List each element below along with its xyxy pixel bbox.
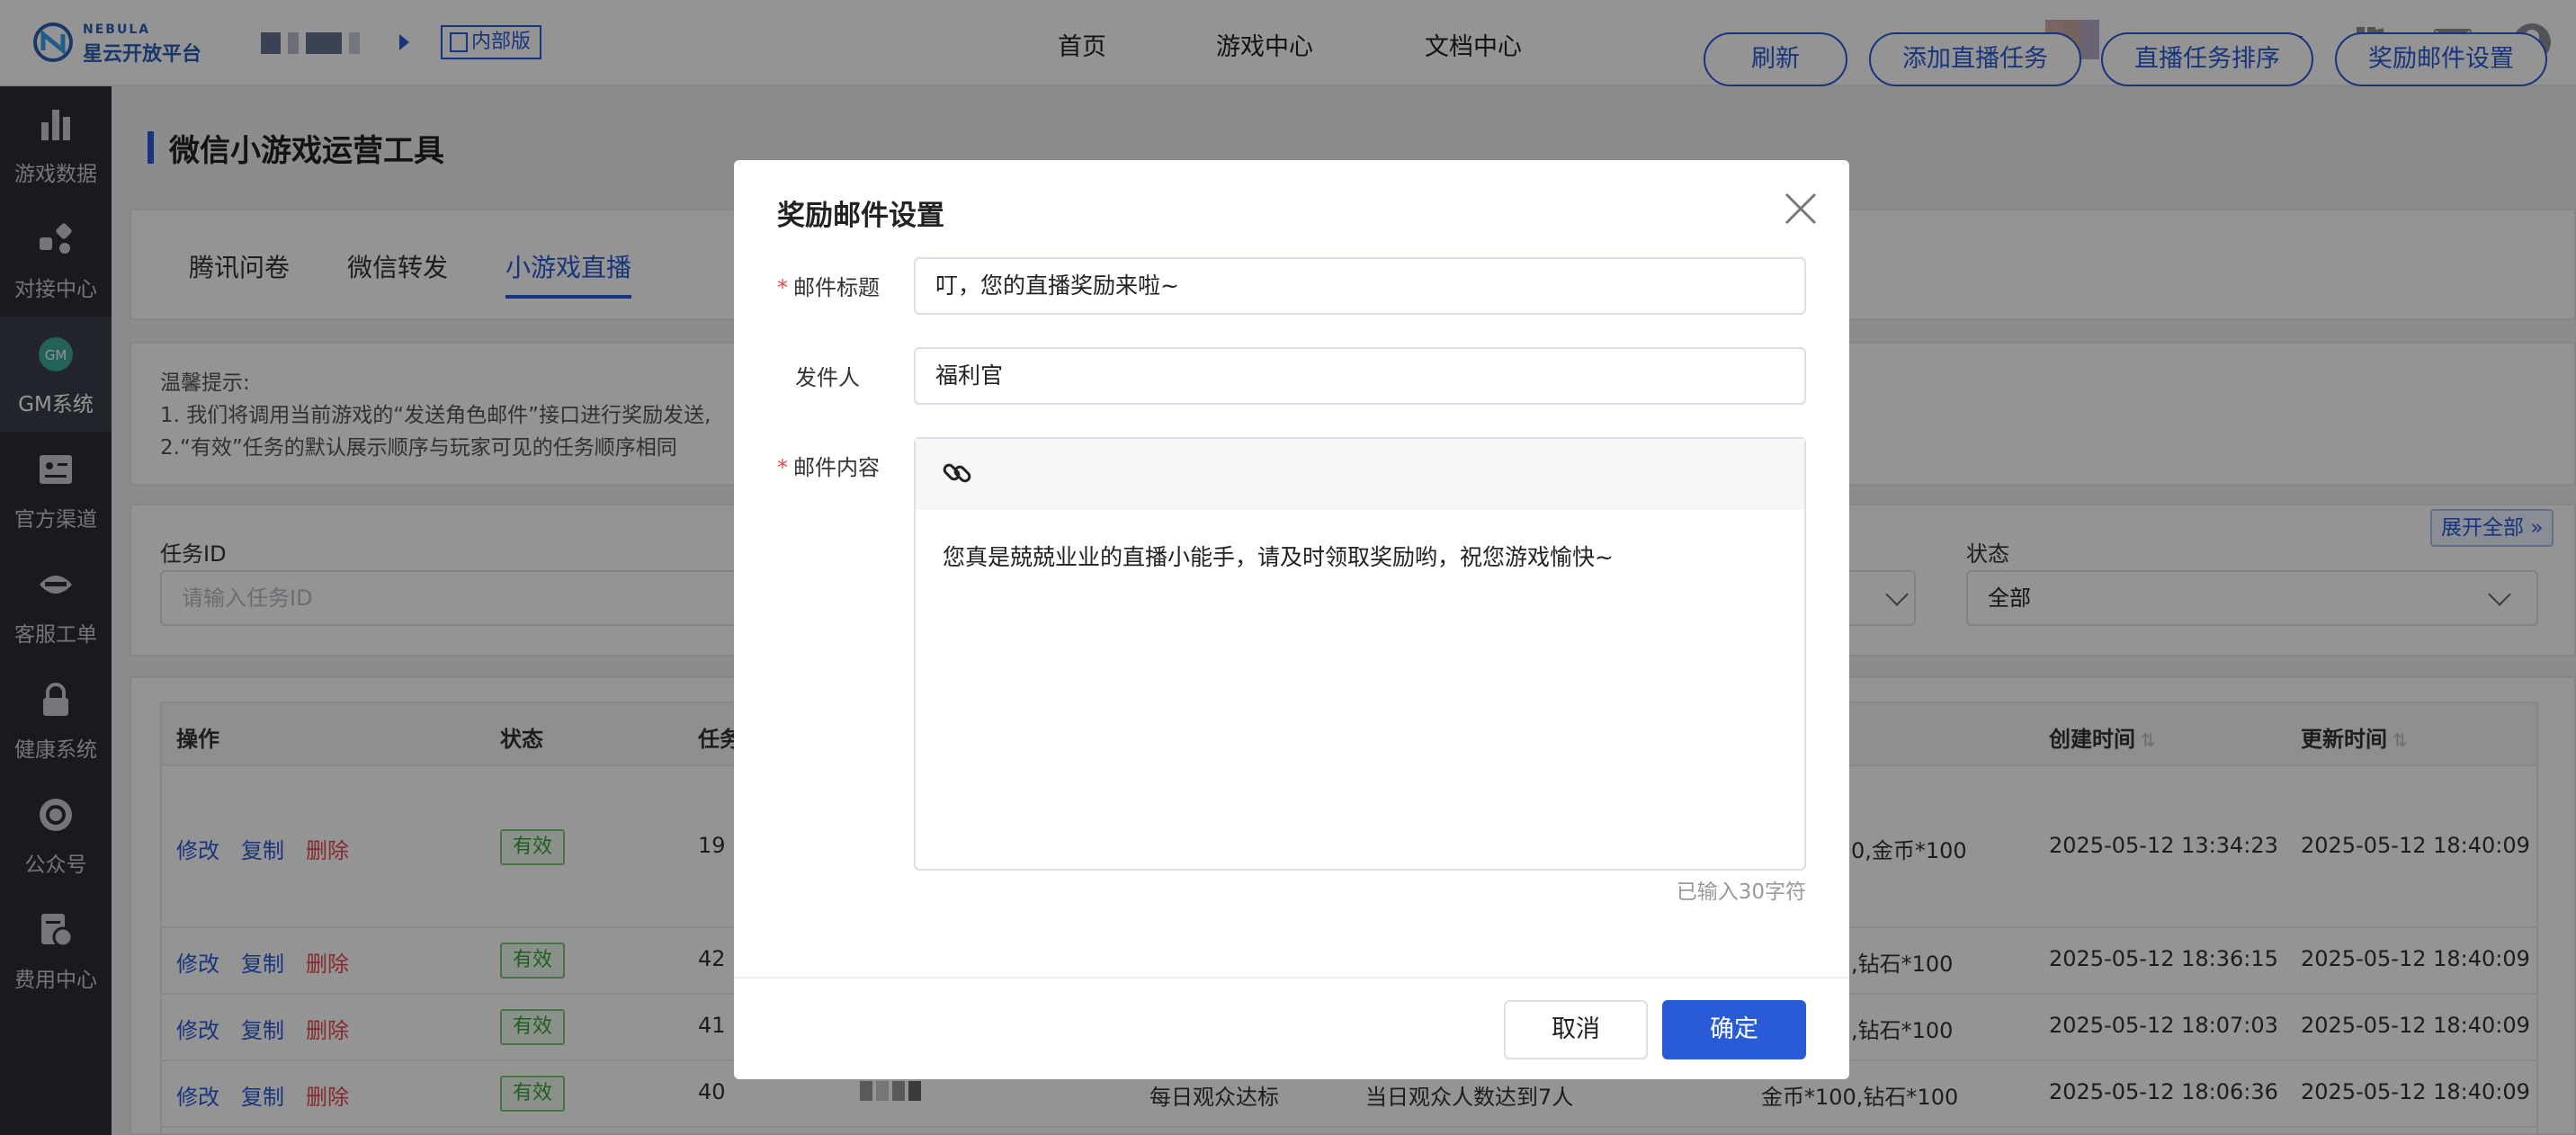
dialog-title: 奖励邮件设置: [777, 200, 944, 232]
footer-divider: [734, 977, 1849, 979]
mail-content-label: * 邮件内容: [777, 450, 880, 481]
required-mark: *: [777, 455, 788, 480]
editor-toolbar: [916, 439, 1804, 509]
mail-subject-label: * 邮件标题: [777, 270, 880, 301]
confirm-button[interactable]: 确定: [1662, 1000, 1806, 1059]
close-icon[interactable]: [1781, 189, 1820, 228]
char-count: 已输入30字符: [1676, 880, 1806, 904]
insert-link-icon[interactable]: [941, 457, 973, 489]
mail-content-editor[interactable]: 您真是兢兢业业的直播小能手，请及时领取奖励哟，祝您游戏愉快~: [914, 437, 1806, 871]
cancel-button[interactable]: 取消: [1504, 1000, 1648, 1059]
reward-mail-settings-dialog: 奖励邮件设置 * 邮件标题 叮，您的直播奖励来啦~ 发件人 福利官 * 邮件内容 您…: [734, 160, 1849, 1079]
mail-subject-label-text: 邮件标题: [793, 275, 880, 300]
mail-content-label-text: 邮件内容: [793, 455, 880, 480]
required-mark: *: [777, 275, 788, 300]
sender-label: 发件人: [795, 365, 860, 390]
mail-content-text[interactable]: 您真是兢兢业业的直播小能手，请及时领取奖励哟，祝您游戏愉快~: [943, 540, 1614, 572]
sender-input[interactable]: 福利官: [914, 347, 1806, 405]
mail-subject-input[interactable]: 叮，您的直播奖励来啦~: [914, 257, 1806, 315]
